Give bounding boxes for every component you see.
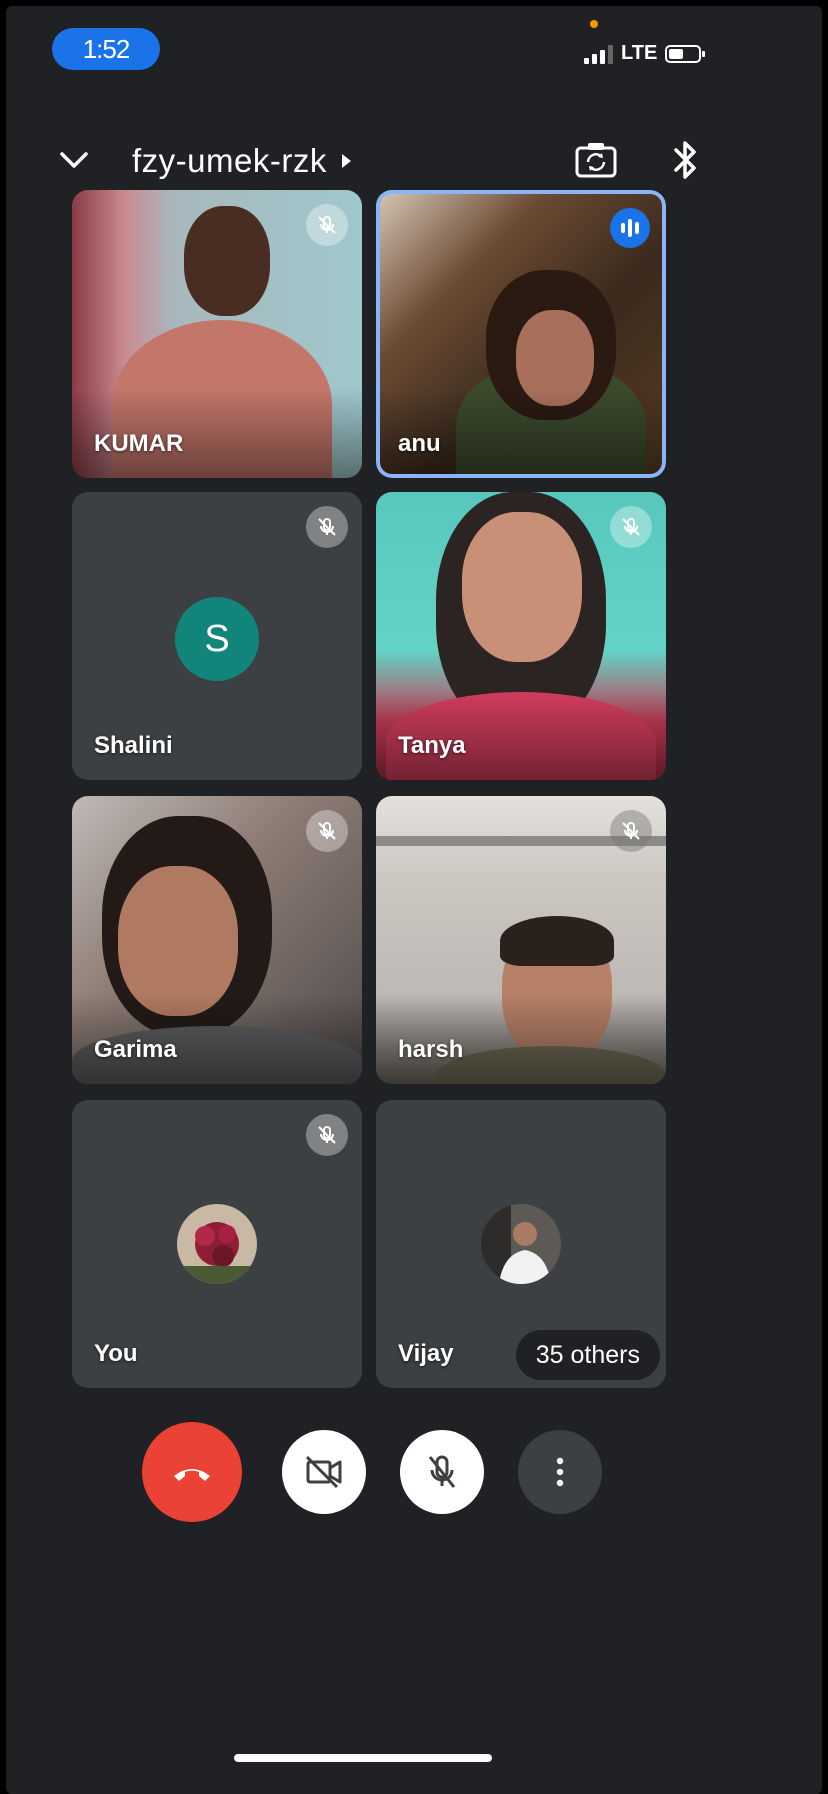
video-frame-head: [184, 206, 270, 316]
battery-icon: [665, 44, 706, 63]
avatar: [481, 1204, 561, 1284]
video-frame-hair: [500, 916, 614, 966]
mic-off-icon: [610, 506, 652, 548]
home-indicator[interactable]: [234, 1754, 492, 1762]
participant-tile-vijay[interactable]: Vijay 35 others: [376, 1100, 666, 1388]
more-options-button[interactable]: [518, 1430, 602, 1514]
others-count-button[interactable]: 35 others: [515, 1330, 660, 1380]
phone-hangup-icon: [174, 1469, 210, 1481]
mic-off-icon: [306, 204, 348, 246]
more-vertical-icon: [556, 1457, 564, 1487]
status-indicators: LTE: [584, 42, 706, 65]
speaking-indicator-icon: [610, 208, 650, 248]
participant-name: harsh: [398, 1036, 464, 1063]
participant-name: KUMAR: [94, 430, 184, 457]
mic-off-icon: [428, 1455, 456, 1488]
meet-call-screen: 1:52 LTE fzy-umek-rzk KUMAR anu S Shalin…: [6, 6, 822, 1794]
participant-name: anu: [398, 430, 441, 457]
participant-tile-tanya[interactable]: Tanya: [376, 492, 666, 780]
mic-off-icon: [306, 1114, 348, 1156]
participant-name: Garima: [94, 1036, 177, 1063]
participant-name: Vijay: [398, 1340, 454, 1367]
status-time: 1:52: [52, 28, 160, 70]
mic-off-icon: [306, 810, 348, 852]
avatar: [177, 1204, 257, 1284]
mic-in-use-indicator: [590, 20, 598, 28]
avatar: S: [175, 597, 259, 681]
participant-tile-garima[interactable]: Garima: [72, 796, 362, 1084]
call-header: fzy-umek-rzk: [6, 136, 822, 186]
signal-icon: [584, 44, 613, 64]
mic-off-icon: [610, 810, 652, 852]
toggle-camera-button[interactable]: [282, 1430, 366, 1514]
call-controls: [6, 1416, 822, 1522]
participant-name: Shalini: [94, 732, 173, 759]
participant-name: You: [94, 1340, 138, 1367]
mic-off-icon: [306, 506, 348, 548]
toggle-mic-button[interactable]: [400, 1430, 484, 1514]
meeting-code[interactable]: fzy-umek-rzk: [132, 142, 327, 180]
end-call-button[interactable]: [142, 1422, 242, 1522]
participant-tile-kumar[interactable]: KUMAR: [72, 190, 362, 478]
video-off-icon: [305, 1455, 342, 1489]
switch-camera-icon[interactable]: [574, 140, 618, 180]
network-type: LTE: [621, 42, 658, 64]
video-frame-face: [462, 512, 582, 662]
participant-tile-shalini[interactable]: S Shalini: [72, 492, 362, 780]
participant-tile-you[interactable]: You: [72, 1100, 362, 1388]
participant-tile-harsh[interactable]: harsh: [376, 796, 666, 1084]
chevron-down-icon[interactable]: [56, 142, 92, 178]
bluetooth-icon[interactable]: [670, 138, 700, 182]
participant-tile-anu[interactable]: anu: [376, 190, 666, 478]
participant-name: Tanya: [398, 732, 466, 759]
caret-right-icon[interactable]: [342, 154, 351, 168]
